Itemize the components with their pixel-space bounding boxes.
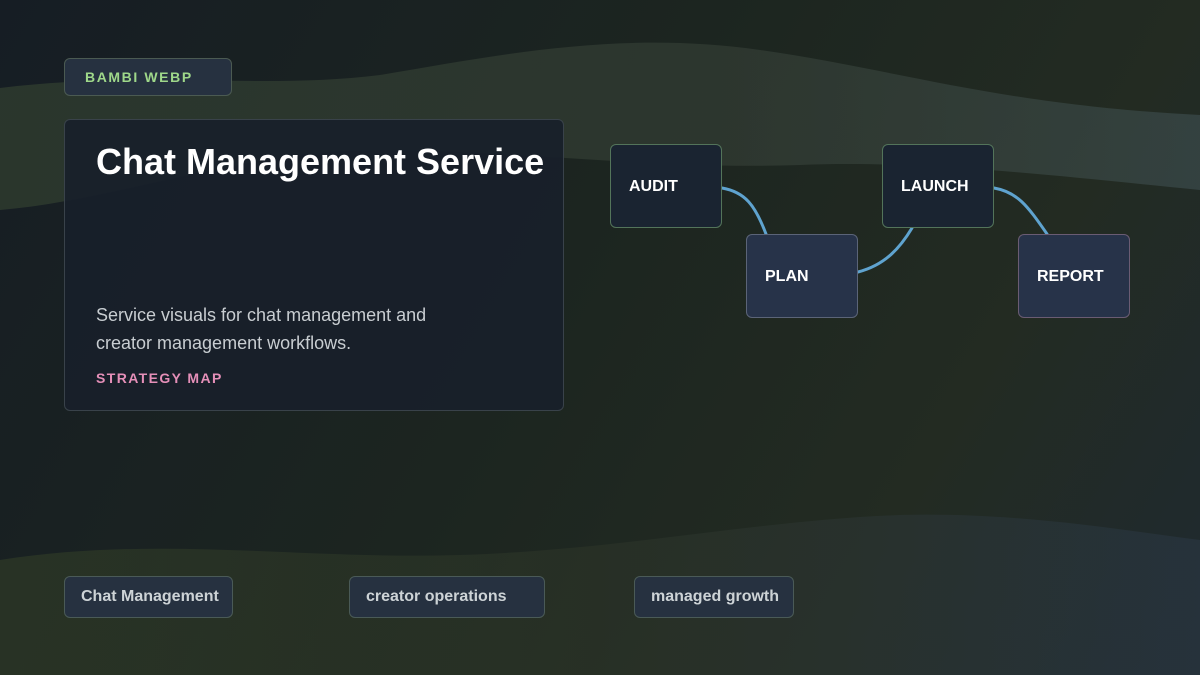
flow-node-plan: PLAN [746,234,858,318]
chip-chat-management: Chat Management [64,576,233,618]
flow-node-report: REPORT [1018,234,1130,318]
page-title: Chat Management Service [96,141,545,182]
brand-badge: BAMBI WEBP [64,58,232,96]
hero-description: Service visuals for chat management and … [96,305,427,353]
flow-node-launch: LAUNCH [882,144,994,228]
chip-creator-operations: creator operations [349,576,545,618]
chip-managed-growth: managed growth [634,576,794,618]
flow-node-audit: AUDIT [610,144,722,228]
section-tag: STRATEGY MAP [96,370,223,386]
slide-canvas: BAMBI WEBP Chat Management Service Servi… [0,0,1200,675]
